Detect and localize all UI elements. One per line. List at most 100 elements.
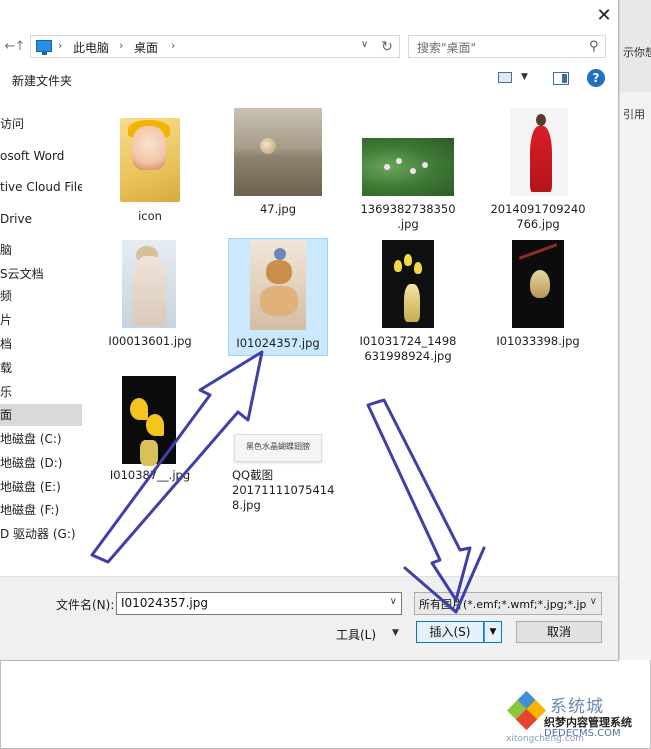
sidebar-item-label: 访问: [0, 117, 25, 131]
help-icon[interactable]: ?: [587, 69, 605, 87]
sidebar-item-drive-c[interactable]: 地磁盘 (C:): [0, 428, 82, 450]
sidebar-item-label: 乐: [0, 385, 13, 399]
image-thumbnail-detail: [266, 260, 292, 284]
sidebar-item-label: D 驱动器 (G:): [0, 527, 76, 541]
background-app-text: 引用: [623, 108, 645, 121]
image-thumbnail-detail: [410, 168, 416, 174]
sidebar-item-drive-g[interactable]: D 驱动器 (G:): [0, 523, 82, 545]
new-folder-button[interactable]: 新建文件夹: [12, 72, 72, 89]
sidebar-item-music[interactable]: 乐: [0, 381, 82, 403]
image-thumbnail-detail: [530, 270, 550, 298]
filename-input[interactable]: I01024357.jpg ∨: [116, 592, 402, 615]
sidebar-item-wps-cloud[interactable]: S云文档: [0, 263, 82, 285]
thumbnail-text: 黑色水晶蝴蝶翅膀: [246, 442, 310, 451]
file-name: 2014091709240: [490, 202, 586, 216]
sidebar-item-downloads[interactable]: 载: [0, 357, 82, 379]
tools-menu-button[interactable]: 工具(L): [336, 626, 376, 643]
breadcrumb-this-pc[interactable]: 此电脑: [73, 39, 109, 56]
image-thumbnail-detail: [274, 248, 286, 260]
close-button[interactable]: ✕: [592, 5, 616, 27]
image-thumbnail-detail: [404, 254, 412, 266]
file-type-select[interactable]: 所有图片(*.emf;*.wmf;*.jpg;*.jp ∨: [414, 592, 602, 615]
image-thumbnail-detail: [132, 256, 166, 326]
sidebar-item-label: S云文档: [0, 267, 44, 281]
insert-dropdown-icon[interactable]: ▼: [484, 621, 502, 643]
preview-pane-icon[interactable]: [553, 72, 569, 85]
image-thumbnail-detail: [530, 126, 552, 192]
file-name: 631998924.jpg: [364, 349, 452, 363]
computer-icon: [36, 40, 52, 55]
sidebar-item-label: osoft Word: [0, 149, 65, 163]
up-arrow-icon[interactable]: ↑: [12, 38, 28, 56]
sidebar-item-label: 档: [0, 337, 13, 351]
image-thumbnail-detail: [422, 162, 428, 168]
breadcrumb-chevron-icon[interactable]: ›: [58, 39, 62, 52]
sidebar-item-quick-access[interactable]: 访问: [0, 113, 82, 135]
image-thumbnail-detail: [414, 262, 422, 274]
insert-picture-dialog: ✕ ← → ↑ › 此电脑 › 桌面 › ∨ ↻ 搜索"桌面" ⚲ 新建文件夹 …: [0, 0, 619, 661]
dialog-footer: [0, 576, 618, 660]
file-type-value: 所有图片(*.emf;*.wmf;*.jpg;*.jp: [419, 598, 587, 611]
site-watermark: 系统城 织梦内容管理系统 DEDECMS.COM xitongcheng.com: [504, 690, 651, 749]
file-name: I01024357.jpg: [236, 336, 320, 350]
image-thumbnail-detail: [146, 414, 164, 436]
sidebar-item-label: 地磁盘 (F:): [0, 503, 60, 517]
search-icon[interactable]: ⚲: [589, 39, 599, 54]
background-app-text: 示你想: [623, 46, 651, 59]
background-app-strip: 示你想 引用: [619, 0, 651, 660]
view-mode-icon[interactable]: [498, 72, 512, 83]
sidebar-item-documents[interactable]: 档: [0, 333, 82, 355]
image-thumbnail: [510, 108, 568, 196]
sidebar-item-pictures[interactable]: 片: [0, 309, 82, 331]
sidebar-item-drive-d[interactable]: 地磁盘 (D:): [0, 452, 82, 474]
view-mode-dropdown-icon[interactable]: ▼: [521, 72, 528, 82]
sidebar-item-this-pc[interactable]: 脑: [0, 239, 82, 261]
breadcrumb-chevron-icon[interactable]: ›: [171, 39, 175, 52]
file-name: 8.jpg: [232, 498, 261, 512]
address-bar[interactable]: › 此电脑 › 桌面 › ∨: [30, 35, 400, 58]
file-name: icon: [138, 209, 162, 223]
sidebar-item-cloud-files[interactable]: tive Cloud Files: [0, 176, 82, 198]
image-thumbnail-detail: [384, 164, 390, 170]
image-thumbnail: [512, 240, 564, 328]
folder-preview-image: [132, 126, 166, 170]
sidebar-item-label: tive Cloud Files: [0, 180, 82, 194]
image-thumbnail: [362, 138, 454, 196]
image-thumbnail-detail: [396, 158, 402, 164]
file-name: 20171111075414: [232, 483, 335, 497]
image-thumbnail-detail: [394, 260, 402, 272]
insert-button[interactable]: 插入(S): [416, 621, 484, 643]
navigation-pane[interactable]: 访问 osoft Word tive Cloud Files Drive 脑 S…: [0, 96, 82, 576]
file-name: I01031724_1498: [359, 334, 457, 348]
breadcrumb-chevron-icon[interactable]: ›: [119, 39, 123, 52]
chevron-down-icon[interactable]: ∨: [390, 596, 397, 607]
sidebar-item-videos[interactable]: 频: [0, 285, 82, 307]
file-name: QQ截图: [232, 468, 274, 482]
refresh-icon[interactable]: ↻: [377, 37, 397, 57]
image-thumbnail-detail: [140, 440, 158, 466]
file-list[interactable]: icon 47.jpg 1369382738350 .jpg 201409170…: [82, 96, 618, 576]
breadcrumb-desktop[interactable]: 桌面: [134, 39, 158, 56]
sidebar-item-drive-e[interactable]: 地磁盘 (E:): [0, 476, 82, 498]
sidebar-item-label: 地磁盘 (D:): [0, 456, 63, 470]
address-dropdown-icon[interactable]: ∨: [361, 39, 368, 50]
tools-dropdown-icon[interactable]: ▼: [392, 628, 399, 638]
sidebar-item-label: 地磁盘 (C:): [0, 432, 62, 446]
sidebar-item-drive-f[interactable]: 地磁盘 (F:): [0, 499, 82, 521]
folder-icon: [120, 118, 180, 202]
filename-value: I01024357.jpg: [121, 596, 208, 610]
file-name: I010387__.jpg: [109, 468, 191, 482]
sidebar-item-label: 脑: [0, 243, 13, 257]
sidebar-item-label: Drive: [0, 212, 32, 226]
cancel-button[interactable]: 取消: [516, 621, 602, 643]
sidebar-item-word[interactable]: osoft Word: [0, 145, 82, 167]
chevron-down-icon[interactable]: ∨: [587, 596, 597, 607]
sidebar-item-desktop[interactable]: 面: [0, 404, 82, 426]
image-thumbnail-detail: [536, 114, 546, 126]
sidebar-item-label: 频: [0, 289, 13, 303]
search-box[interactable]: 搜索"桌面" ⚲: [408, 35, 606, 58]
image-thumbnail: 黑色水晶蝴蝶翅膀: [234, 434, 322, 462]
filename-label: 文件名(N):: [56, 598, 115, 612]
file-name: I00013601.jpg: [108, 334, 192, 348]
sidebar-item-onedrive[interactable]: Drive: [0, 208, 82, 230]
